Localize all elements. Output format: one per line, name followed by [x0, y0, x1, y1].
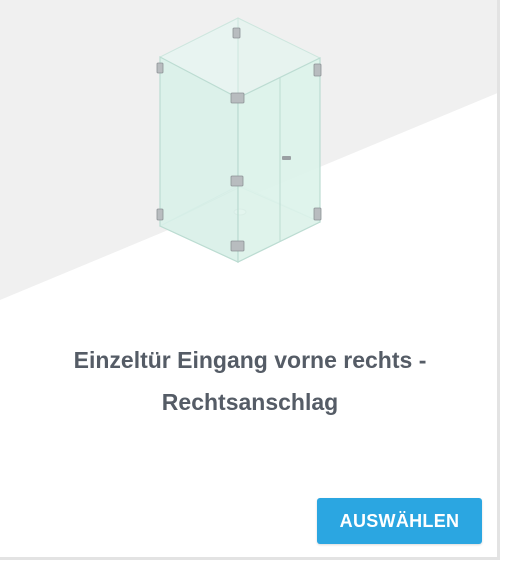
product-card[interactable]: Einzeltür Eingang vorne rechts - Rechtsa… — [0, 0, 500, 560]
product-title-line-1: Einzeltür Eingang vorne rechts - — [73, 347, 427, 373]
product-title: Einzeltür Eingang vorne rechts - Rechtsa… — [20, 339, 480, 423]
glass-shower-enclosure-icon — [0, 0, 497, 300]
select-button[interactable]: AUSWÄHLEN — [317, 498, 482, 544]
product-image — [0, 0, 497, 320]
product-title-line-2: Rechtsanschlag — [161, 389, 339, 415]
